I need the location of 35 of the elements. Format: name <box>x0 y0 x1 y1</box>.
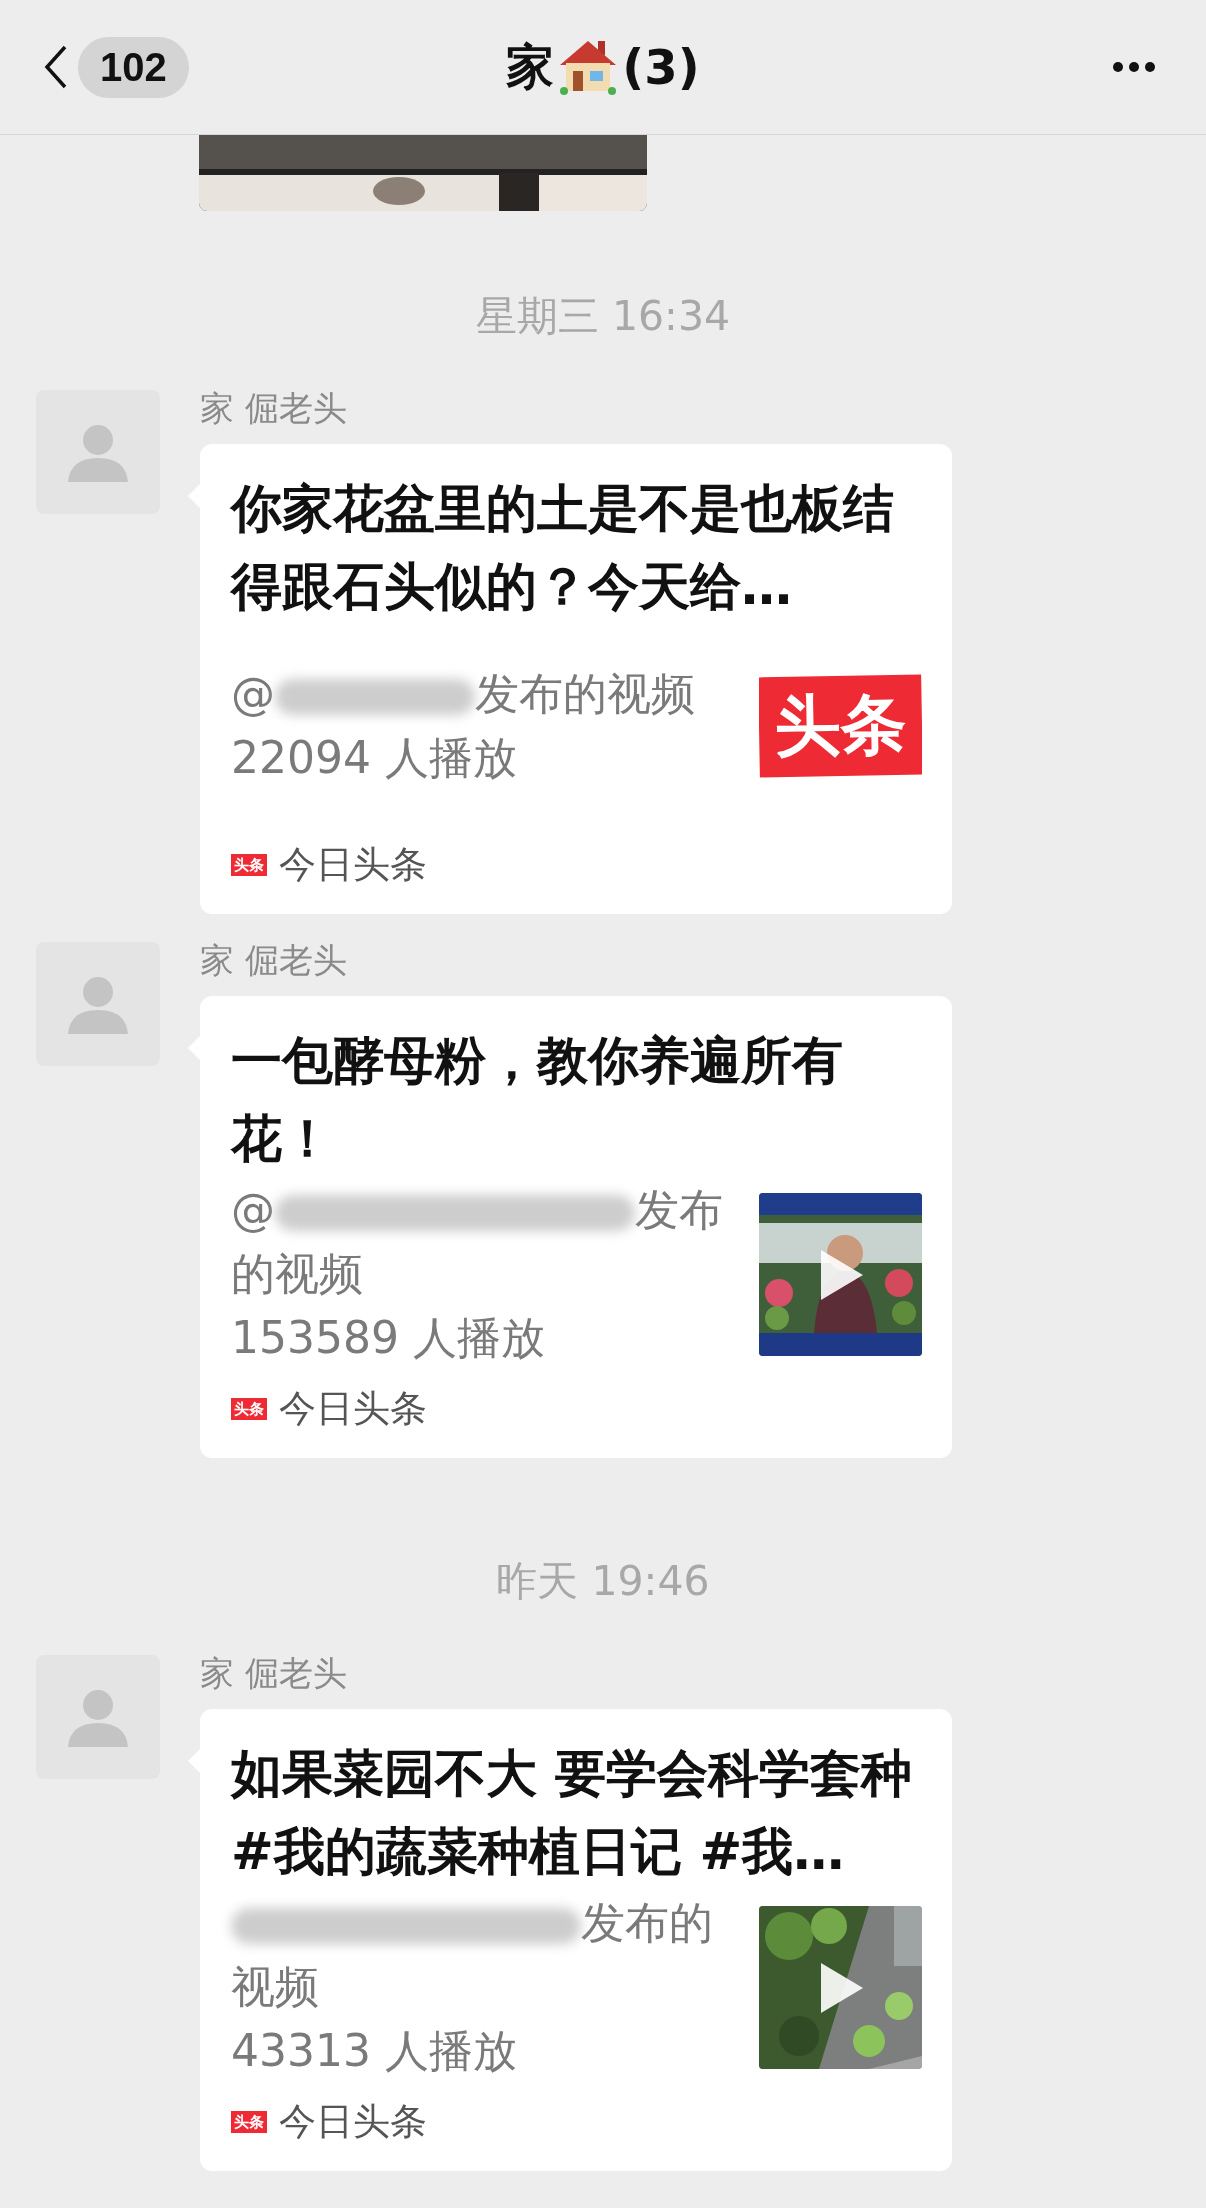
source-text: 发布的视频 <box>475 668 695 719</box>
source-at: @ <box>231 668 275 719</box>
play-count: 22094 人播放 <box>231 731 517 785</box>
sender-name: 家 倔老头 <box>200 939 348 982</box>
chat-title: 家 <box>506 37 555 96</box>
logo-badge: 头条 <box>759 674 922 778</box>
person-icon <box>66 1687 130 1747</box>
member-count: (3) <box>622 39 700 95</box>
app-logo: 头条 <box>231 854 267 876</box>
play-count: 43313 人播放 <box>231 2024 517 2078</box>
unread-badge: 102 <box>78 36 189 98</box>
app-name: 今日头条 <box>279 1386 427 1432</box>
source-text: 发布的 <box>581 1897 713 1948</box>
source-text: 发布 <box>635 1184 723 1235</box>
sender-name: 家 倔老头 <box>200 387 348 430</box>
app-name: 今日头条 <box>279 842 427 888</box>
source-at: @ <box>231 1184 275 1235</box>
play-count: 153589 人播放 <box>231 1311 545 1365</box>
card-title: 如果菜园不大 要学会科学套种 #我的蔬菜种植日记 #我… <box>231 1743 913 1883</box>
source-text: 视频 <box>231 1960 319 2014</box>
sender-name: 家 倔老头 <box>200 1652 348 1695</box>
timestamp: 星期三 16:34 <box>475 291 731 342</box>
app-logo: 头条 <box>231 2111 267 2133</box>
back-icon <box>44 45 68 89</box>
house-icon <box>558 39 619 95</box>
back-button[interactable]: 102 <box>44 36 189 98</box>
person-icon <box>66 974 130 1034</box>
card-title: 你家花盆里的土是不是也板结得跟石头似的？今天给… <box>231 478 895 618</box>
timestamp: 昨天 19:46 <box>496 1556 710 1607</box>
source-text: 的视频 <box>231 1247 363 1301</box>
person-icon <box>66 422 130 482</box>
app-logo: 头条 <box>231 1398 267 1420</box>
more-icon <box>1112 61 1156 73</box>
card-title: 一包酵母粉，教你养遍所有花！ <box>231 1030 844 1170</box>
app-name: 今日头条 <box>279 2099 427 2145</box>
